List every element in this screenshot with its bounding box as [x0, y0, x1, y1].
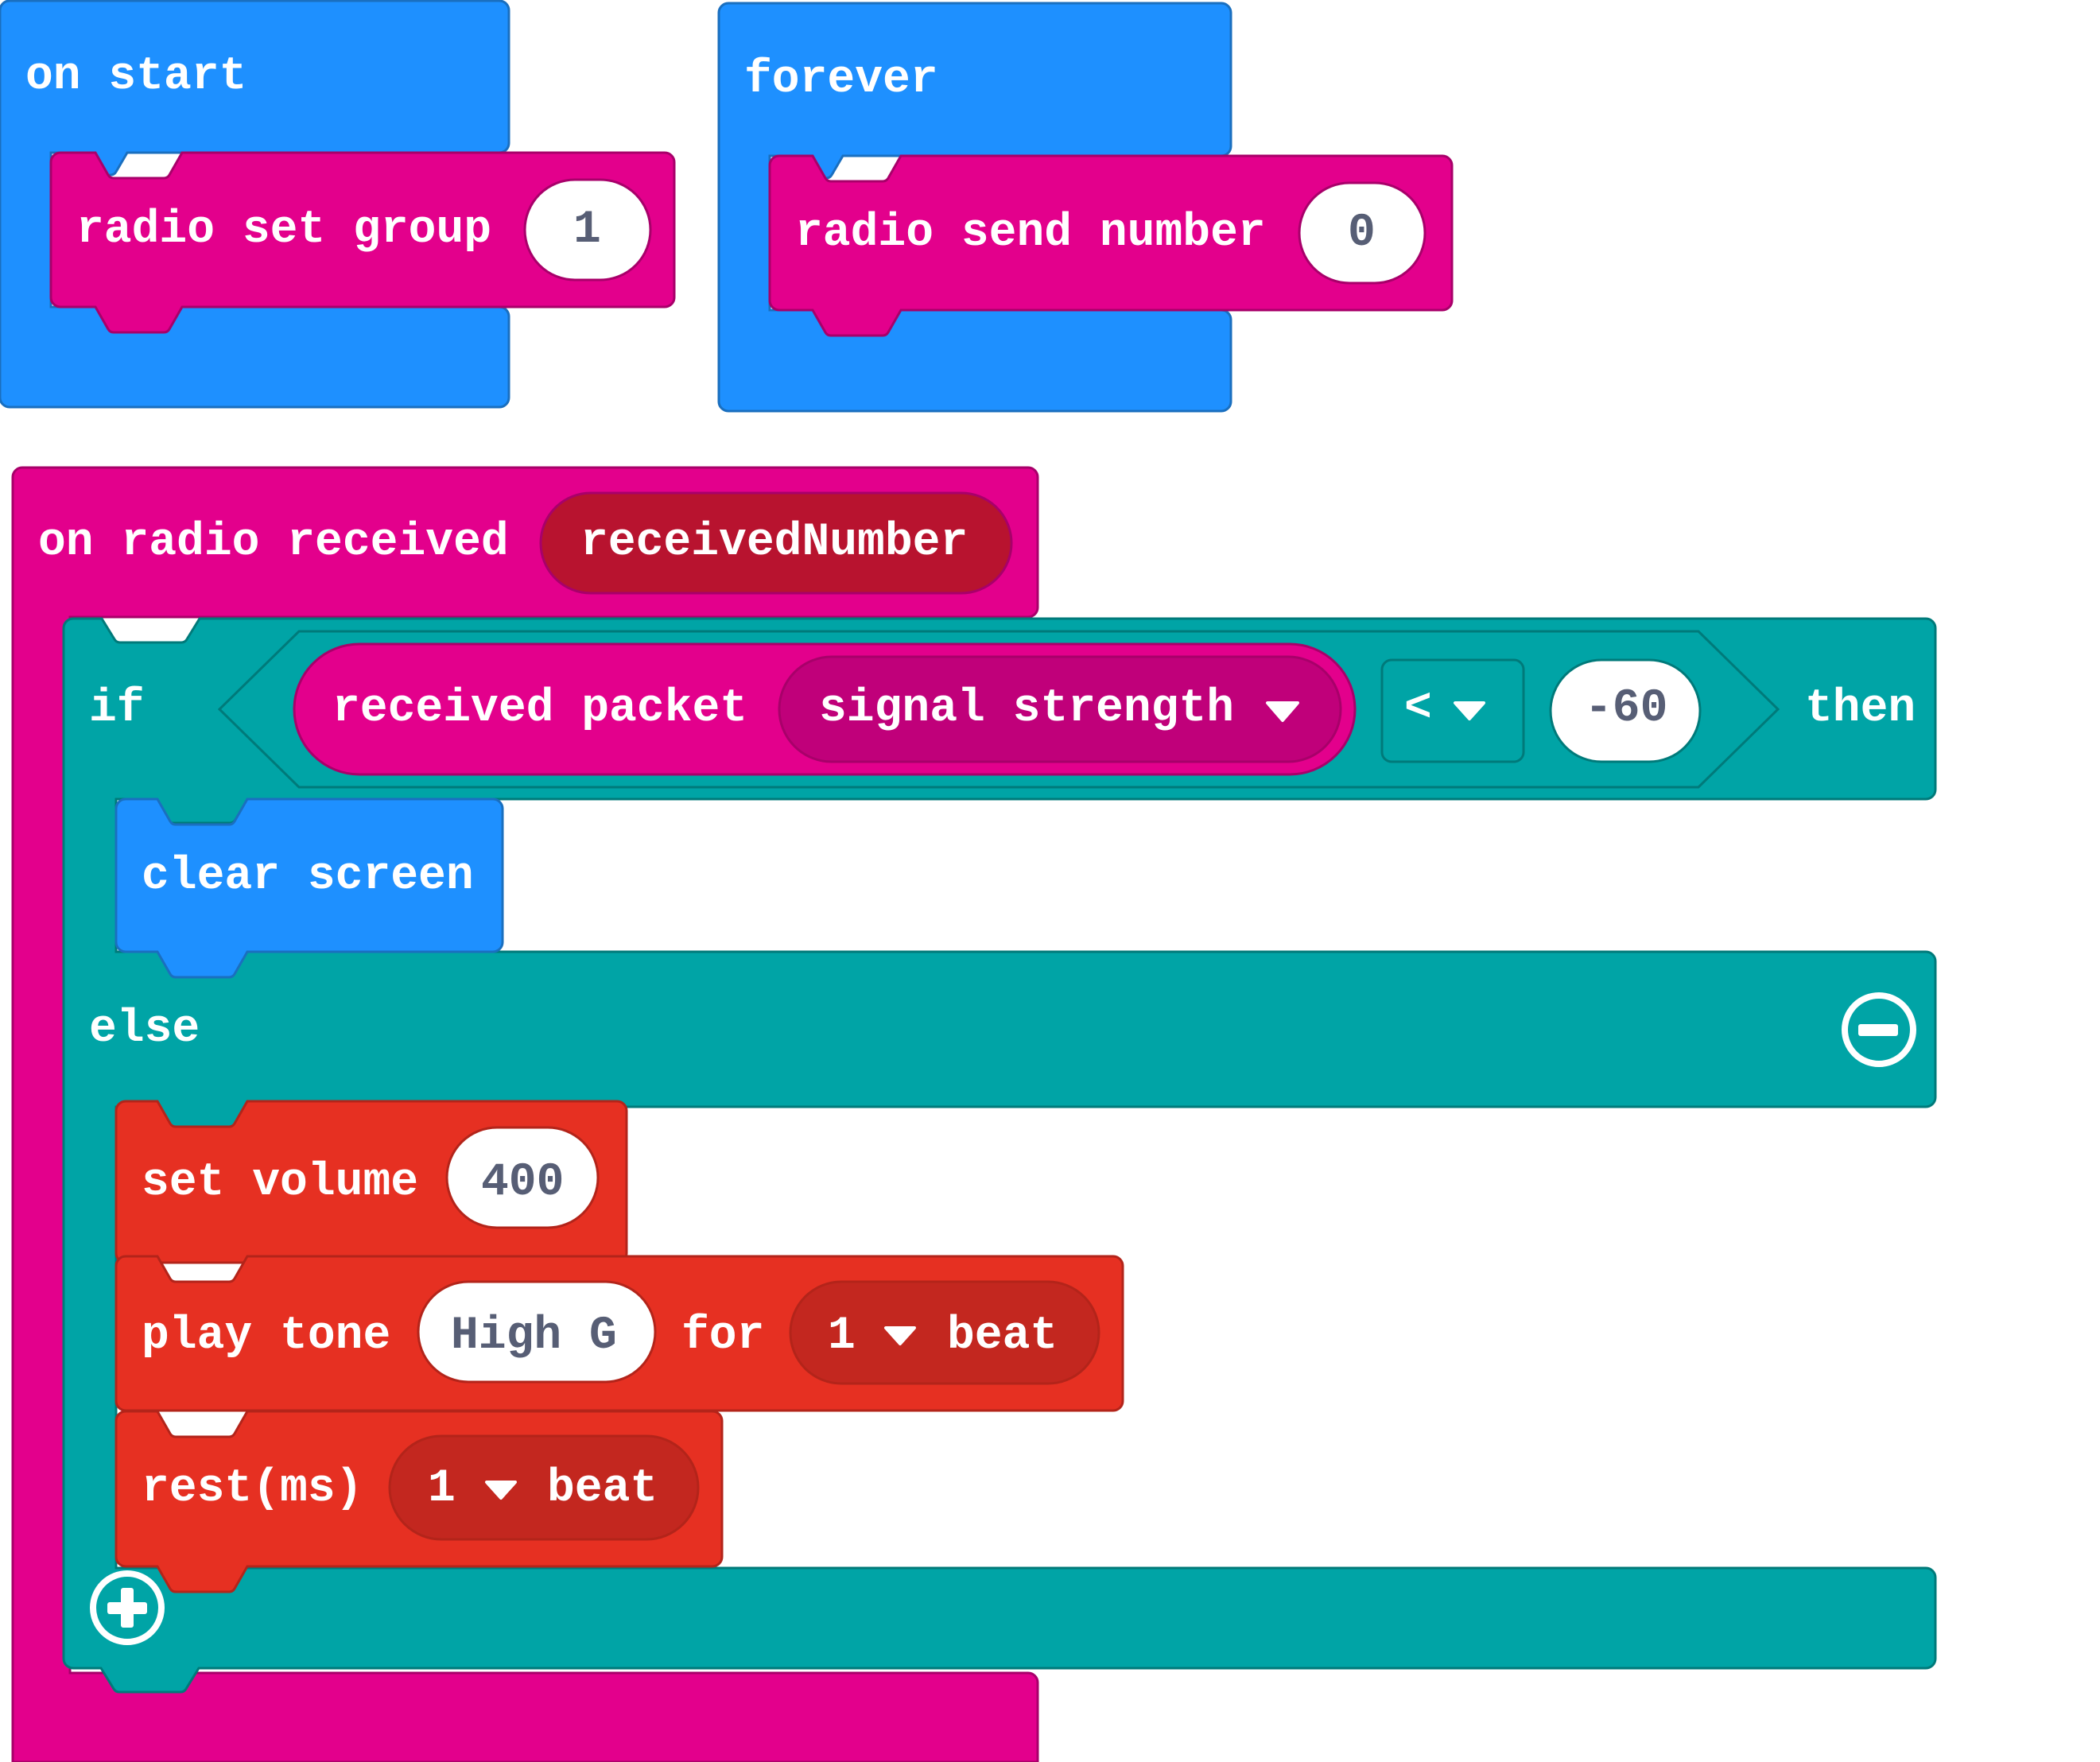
clear-screen-label: clear screen: [142, 851, 474, 902]
received-packet-label: received packet: [332, 683, 748, 735]
on-radio-received-label: on radio received: [38, 517, 509, 569]
tone-beat-unit: beat: [947, 1310, 1058, 1362]
forever-label: forever: [744, 54, 938, 106]
received-number-label[interactable]: receivedNumber: [580, 520, 968, 566]
rest-label: rest(ms): [142, 1463, 363, 1515]
radio-send-number-label: radio send number: [795, 208, 1266, 259]
else-label: else: [89, 1003, 200, 1055]
tone-beats-value[interactable]: 1: [828, 1314, 856, 1360]
operator-label[interactable]: <: [1404, 686, 1432, 732]
on-start-label: on start: [25, 51, 247, 103]
threshold-value[interactable]: -60: [1585, 686, 1667, 732]
for-label: for: [681, 1310, 765, 1362]
blocks-workspace[interactable]: on start radio set group 1 forever radio…: [0, 0, 2100, 1762]
radio-group-value[interactable]: 1: [573, 208, 601, 254]
volume-value[interactable]: 400: [481, 1160, 564, 1206]
if-label: if: [89, 683, 145, 735]
comparison-operator-dropdown[interactable]: [1380, 658, 1525, 763]
set-volume-label: set volume: [142, 1157, 419, 1209]
radio-send-value[interactable]: 0: [1348, 211, 1376, 257]
note-value[interactable]: High G: [451, 1314, 617, 1360]
rest-beats-value[interactable]: 1: [428, 1466, 456, 1512]
signal-strength-label[interactable]: signal strength: [819, 686, 1234, 732]
rest-beat-unit: beat: [547, 1463, 658, 1515]
play-tone-label: play tone: [142, 1310, 391, 1362]
then-label: then: [1805, 683, 1916, 735]
radio-set-group-label: radio set group: [76, 204, 492, 256]
